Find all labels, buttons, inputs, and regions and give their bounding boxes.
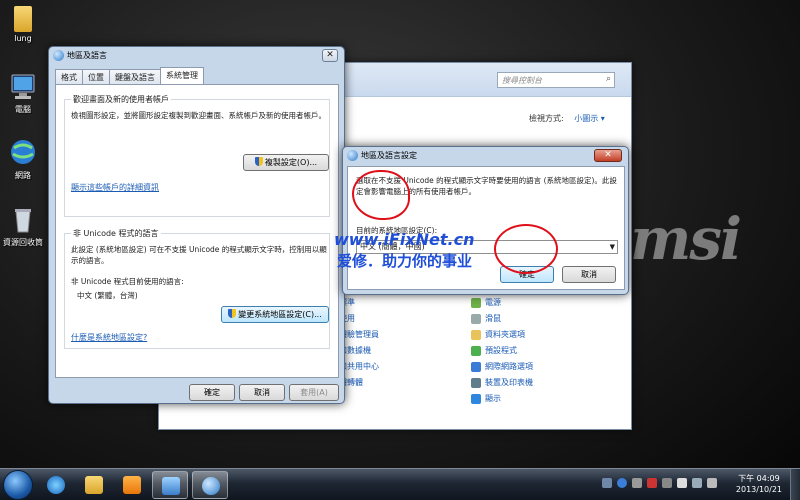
taskbar-explorer[interactable] [76,471,112,499]
tray-icon-5[interactable] [662,478,672,488]
taskbar-media-player[interactable] [114,471,150,499]
account-details-link[interactable]: 顯示這些帳戶的詳細資訊 [71,182,159,193]
tab-administrative[interactable]: 系統管理 [160,67,204,84]
list-item[interactable]: 資料夾選項 [471,327,533,343]
list-item[interactable]: 滑鼠 [471,311,533,327]
desktop-icon-network[interactable]: 網路 [2,138,44,181]
globe-icon [202,477,220,495]
internet-options-icon [471,362,481,372]
tab-panel: 歡迎畫面及新的使用者帳戶 檢視圖形設定，並將圖形設定複製到歡迎畫面、系統帳戶及新… [55,84,339,378]
folder-icon [85,476,103,494]
view-by: 檢視方式: 小圖示 ▾ [529,114,605,123]
list-item[interactable]: 預設程式 [471,343,533,359]
system-locale-help-link[interactable]: 什麼是系統地區設定? [71,332,147,343]
cancel-button[interactable]: 取消 [239,384,285,401]
desktop-icon-label: 資源回收筒 [3,238,43,247]
close-button[interactable]: ✕ [322,49,338,62]
watermark-url: www.iFixNet.cn [334,230,475,249]
desktop-icon-label: lung [14,34,32,43]
power-icon [471,298,481,308]
desktop-icon-label: 網路 [15,171,31,180]
list-item[interactable]: 顯示 [471,391,533,407]
watermark-slogan: 爱修．助力你的事业 [337,252,473,270]
taskbar-ie[interactable] [38,471,74,499]
help-icon[interactable] [617,478,627,488]
desktop-icon-computer[interactable]: 電腦 [2,72,44,115]
list-item[interactable]: 網際網路選項 [471,359,533,375]
list-item[interactable]: 和共用中心 [339,359,379,375]
mouse-icon [471,314,481,324]
tray-icon-4[interactable] [647,478,657,488]
non-unicode-group: 非 Unicode 程式的語言 此設定 (系統地區設定) 可在不支援 Unico… [64,228,330,349]
list-item[interactable]: 標準 [339,295,379,311]
desktop-icon-label: 電腦 [15,105,31,114]
uac-shield-icon [254,157,263,166]
volume-icon[interactable] [707,478,717,488]
taskbar-control-panel[interactable] [152,471,188,499]
taskbar-region-language[interactable] [192,471,228,499]
folder-icon [14,6,32,32]
tray-icon-3[interactable] [632,478,642,488]
welcome-screen-group: 歡迎畫面及新的使用者帳戶 檢視圖形設定，並將圖形設定複製到歡迎畫面、系統帳戶及新… [64,94,330,217]
flag-icon[interactable] [677,478,687,488]
printer-icon [471,378,481,388]
close-icon: ✕ [326,50,334,60]
desktop-icon-lung[interactable]: lung [2,6,44,43]
list-item[interactable]: 和數據機 [339,343,379,359]
computer-icon [8,72,38,102]
search-icon: ⌕ [605,74,611,84]
display-icon [471,394,481,404]
system-tray [602,478,717,488]
annotation-circle-label [352,170,410,220]
dialog-title: 地區及語言設定 [361,151,417,160]
globe-icon [53,50,64,61]
network-icon [8,138,38,168]
tab-formats[interactable]: 格式 [55,69,83,84]
internet-explorer-icon [47,476,65,494]
list-item[interactable]: 裝置及印表機 [471,375,533,391]
current-language-value: 中文 (繁體，台灣) [77,291,138,300]
list-item[interactable]: 使用 [339,311,379,327]
taskbar: 下午 04:09 2013/10/21 [0,468,800,500]
taskbar-clock[interactable]: 下午 04:09 2013/10/21 [736,473,782,495]
desktop-icon-recycle-bin[interactable]: 資源回收筒 [2,205,44,248]
close-button[interactable]: ✕ [594,149,622,162]
network-tray-icon[interactable] [692,478,702,488]
control-panel-icon [162,477,180,495]
cancel-button[interactable]: 取消 [562,266,616,283]
chevron-down-icon: ▼ [609,243,615,251]
annotation-circle-ok [494,224,558,274]
show-desktop-button[interactable] [790,469,800,500]
close-icon: ✕ [604,150,612,160]
apply-button[interactable]: 套用(A) [289,384,339,401]
list-item[interactable]: 體轉體 [339,375,379,391]
copy-settings-button[interactable]: 複製設定(O)... [243,154,329,171]
uac-shield-icon [228,309,237,318]
change-system-locale-button[interactable]: 變更系統地區設定(C)... [221,306,329,323]
dialog-title: 地區及語言 [67,51,107,60]
list-item[interactable]: 體驗管理員 [339,327,379,343]
globe-icon [347,150,358,161]
media-player-icon [123,476,141,494]
current-language-label: 非 Unicode 程式目前使用的語言: [71,277,184,286]
region-language-dialog[interactable]: 地區及語言 ✕ 格式 位置 鍵盤及語言 系統管理 歡迎畫面及新的使用者帳戶 檢視… [48,46,345,404]
brand-logo: msi [630,205,742,273]
tab-keyboards[interactable]: 鍵盤及語言 [109,69,161,84]
search-input[interactable]: 搜尋控制台 ⌕ [497,72,615,88]
tray-icon-1[interactable] [602,478,612,488]
control-panel-items-right: 電源 滑鼠 資料夾選項 預設程式 網際網路選項 裝置及印表機 顯示 [471,295,533,407]
recycle-bin-icon [8,205,38,235]
tab-location[interactable]: 位置 [82,69,110,84]
start-button[interactable] [3,470,33,500]
ok-button[interactable]: 確定 [189,384,235,401]
tab-strip: 格式 位置 鍵盤及語言 系統管理 [55,67,204,84]
list-item[interactable]: 電源 [471,295,533,311]
folder-icon [471,330,481,340]
system-locale-dialog[interactable]: 地區及語言設定 ✕ 選取在不支援 Unicode 的程式顯示文字時要使用的語言 … [342,146,629,295]
default-programs-icon [471,346,481,356]
control-panel-items-left: 標準 使用 體驗管理員 和數據機 和共用中心 體轉體 [339,295,379,391]
view-by-dropdown[interactable]: 小圖示 ▾ [574,114,605,123]
